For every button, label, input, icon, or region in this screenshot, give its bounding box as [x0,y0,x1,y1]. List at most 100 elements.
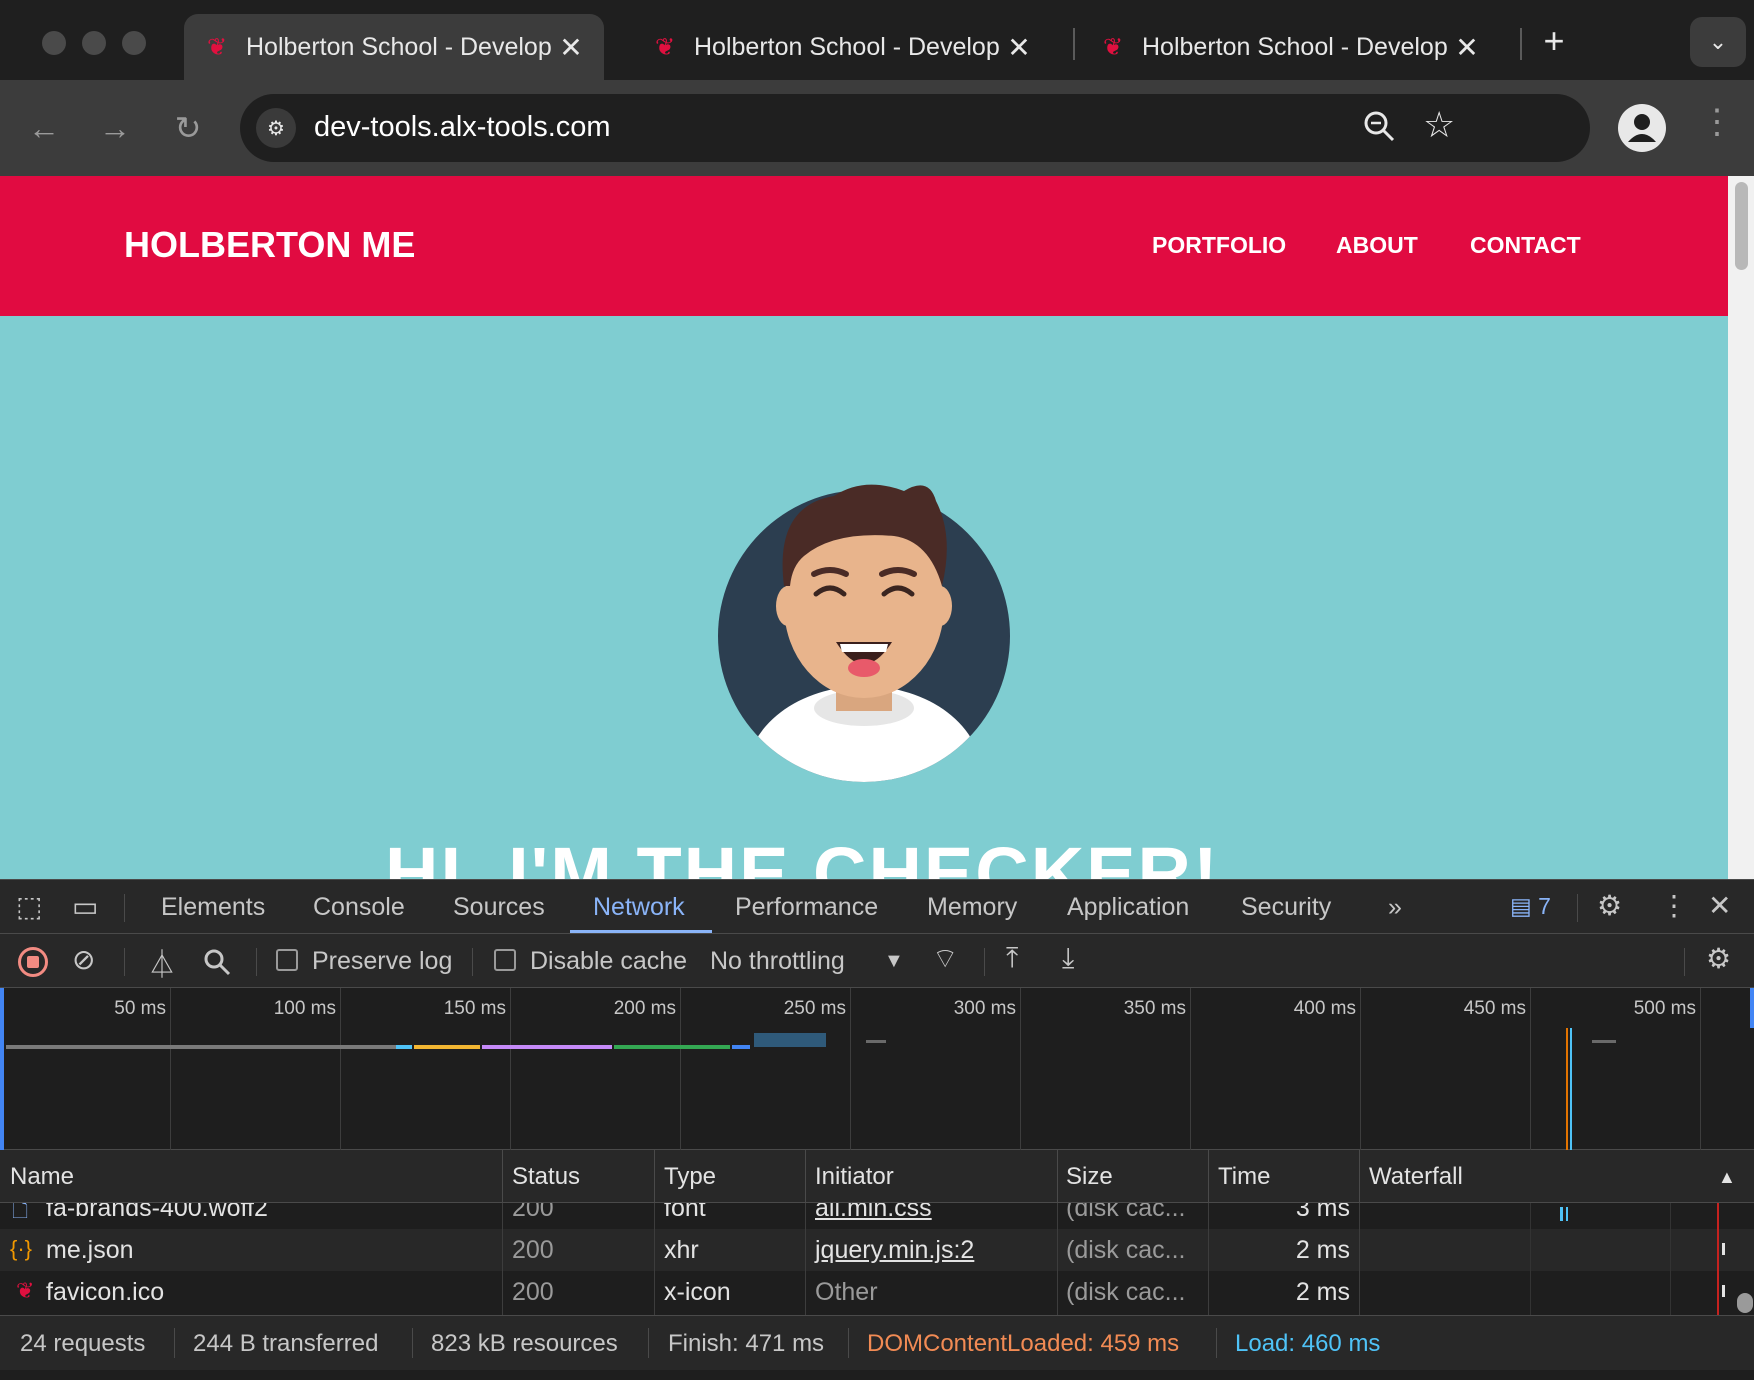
browser-menu-icon[interactable]: ⋮ [1700,102,1734,142]
column-divider[interactable] [502,1150,503,1203]
column-initiator[interactable]: Initiator [815,1163,894,1191]
request-initiator[interactable]: all.min.css [815,1203,932,1223]
request-initiator[interactable]: jquery.min.js:2 [815,1236,974,1265]
range-handle-left[interactable] [0,988,4,1150]
site-settings-icon[interactable]: ⚙ [256,108,296,148]
forward-arrow-icon[interactable]: → [93,106,137,150]
issues-counter[interactable]: ▤ 7 [1510,893,1551,920]
new-tab-button[interactable]: + [1534,20,1574,62]
tick-label: 200 ms [613,998,676,1019]
request-time: 2 ms [1295,1278,1350,1306]
window-zoom-button[interactable] [122,31,146,55]
window-minimize-button[interactable] [82,31,106,55]
tab-sources[interactable]: Sources [453,893,545,922]
address-bar[interactable]: ⚙ dev-tools.alx-tools.com ☆ [240,94,1590,162]
devtools-tab-bar: ⬚ ▭ Elements Console Sources Network Per… [0,879,1754,934]
url-text[interactable]: dev-tools.alx-tools.com [314,111,611,144]
range-handle-right[interactable] [1750,988,1754,1028]
gear-icon[interactable]: ⚙ [1597,889,1622,922]
throttling-select[interactable]: No throttling [710,947,845,976]
grid-line [680,988,681,1150]
tab-title: Holberton School - Develop [694,32,1000,61]
tick-label: 50 ms [114,998,166,1019]
bookmark-star-icon[interactable]: ☆ [1423,104,1455,146]
tab-security[interactable]: Security [1241,893,1331,922]
nav-contact[interactable]: CONTACT [1470,232,1581,259]
column-waterfall[interactable]: Waterfall [1369,1163,1463,1191]
clear-icon[interactable]: ⊘ [72,943,95,976]
devtools-menu-icon[interactable]: ⋮ [1660,889,1688,922]
more-tabs-chevron-icon[interactable]: » [1388,893,1402,922]
table-scrollbar-thumb[interactable] [1737,1293,1753,1313]
column-divider[interactable] [1359,1150,1360,1203]
search-icon[interactable] [202,947,232,977]
nav-about[interactable]: ABOUT [1336,232,1418,259]
page-scrollbar-thumb[interactable] [1735,182,1748,270]
requests-count: 24 requests [20,1330,146,1357]
back-arrow-icon[interactable]: ← [22,106,66,150]
tab-performance[interactable]: Performance [735,893,878,922]
close-icon[interactable]: ✕ [1452,31,1482,64]
divider [1684,948,1685,976]
profile-avatar-icon[interactable] [1618,104,1666,152]
window-close-button[interactable] [42,31,66,55]
preserve-log-checkbox[interactable] [276,949,298,971]
tab-network[interactable]: Network [593,893,685,922]
disable-cache-checkbox[interactable] [494,949,516,971]
grid-line [1360,988,1361,1150]
column-status[interactable]: Status [512,1163,580,1191]
load-marker [1570,1028,1572,1150]
browser-tab-1[interactable]: ❦ Holberton School - Develop ✕ [184,14,604,80]
nav-portfolio[interactable]: PORTFOLIO [1152,232,1286,259]
tab-elements[interactable]: Elements [161,893,265,922]
network-conditions-icon[interactable]: ⌔ [932,942,958,977]
column-time[interactable]: Time [1218,1163,1270,1191]
timeline-bar [482,1045,612,1049]
record-stop-button[interactable] [18,947,48,977]
site-header: HOLBERTON ME PORTFOLIO ABOUT CONTACT [0,176,1728,316]
network-settings-gear-icon[interactable]: ⚙ [1706,942,1731,975]
table-row[interactable]: ❦ favicon.ico 200 x-icon Other (disk cac… [0,1271,1754,1313]
device-toolbar-icon[interactable]: ▭ [72,890,98,923]
close-icon[interactable]: ✕ [556,31,586,64]
avatar [718,484,1010,782]
load-marker [1717,1203,1719,1315]
divider [124,894,125,922]
column-divider[interactable] [1208,1150,1209,1203]
export-har-icon[interactable]: ⤓ [1062,942,1074,975]
page-scrollbar[interactable] [1728,176,1754,879]
column-type[interactable]: Type [664,1163,716,1191]
tick-label: 250 ms [783,998,846,1019]
browser-tab-3[interactable]: ❦ Holberton School - Develop ✕ [1080,14,1500,80]
inspect-element-icon[interactable]: ⬚ [16,890,42,923]
zoom-icon[interactable] [1360,107,1400,147]
table-row[interactable]: 🗋 fa-brands-400.woff2 200 font all.min.c… [0,1203,1754,1229]
column-divider[interactable] [1057,1150,1058,1203]
tab-console[interactable]: Console [313,893,405,922]
table-row[interactable]: {·} me.json 200 xhr jquery.min.js:2 (dis… [0,1229,1754,1271]
issues-count: 7 [1538,893,1551,919]
column-divider[interactable] [805,1150,806,1203]
column-divider[interactable] [654,1150,655,1203]
tick-label: 450 ms [1463,998,1526,1019]
browser-tab-2[interactable]: ❦ Holberton School - Develop ✕ [632,14,1052,80]
network-overview-timeline[interactable]: 50 ms 100 ms 150 ms 200 ms 250 ms 300 ms… [0,988,1754,1150]
close-devtools-icon[interactable]: ✕ [1708,889,1731,922]
request-type: x-icon [664,1278,731,1306]
tab-memory[interactable]: Memory [927,893,1017,922]
close-icon[interactable]: ✕ [1004,31,1034,64]
tab-application[interactable]: Application [1067,893,1189,922]
reload-icon[interactable]: ↻ [166,106,210,150]
import-har-icon[interactable]: ⤒ [1006,942,1018,975]
tab-search-chevron-down-icon[interactable]: ⌄ [1690,17,1746,67]
message-icon: ▤ [1510,893,1532,919]
sort-ascending-icon[interactable]: ▲ [1718,1167,1736,1188]
timeline-bar [732,1045,750,1049]
site-brand[interactable]: HOLBERTON ME [124,224,415,266]
column-name[interactable]: Name [10,1163,74,1191]
filter-icon[interactable]: ⏃ [148,943,176,983]
column-divider [1057,1203,1058,1315]
chevron-down-icon[interactable]: ▼ [884,950,904,973]
column-divider [1359,1203,1360,1315]
column-size[interactable]: Size [1066,1163,1113,1191]
